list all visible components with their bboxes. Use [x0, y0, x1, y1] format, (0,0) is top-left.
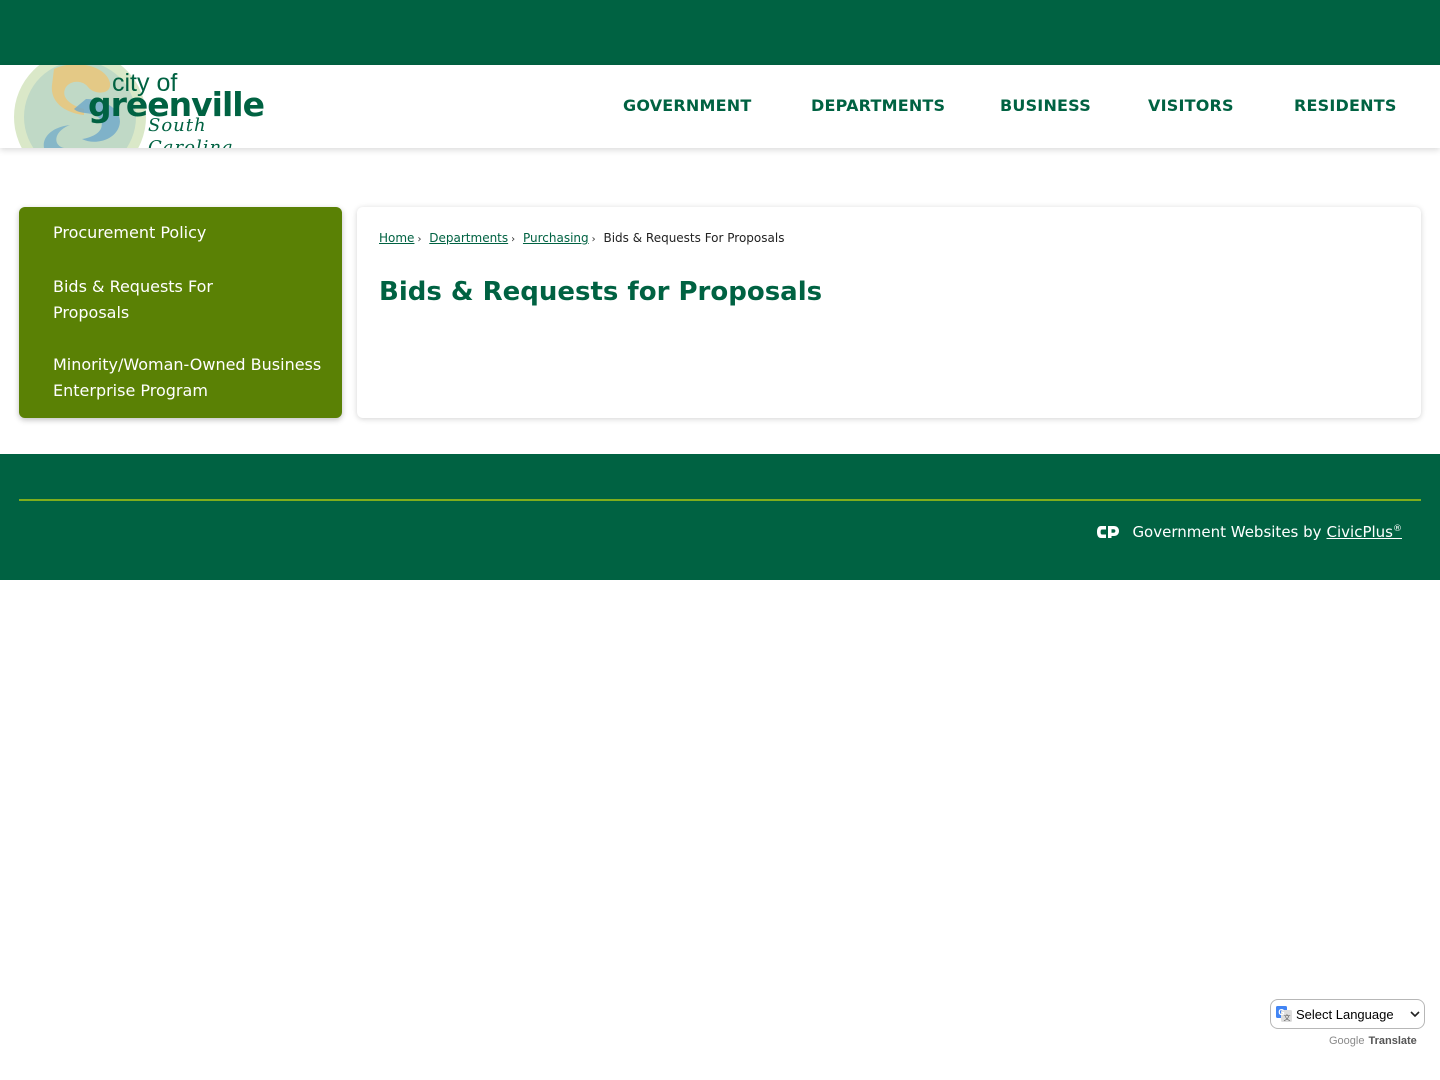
- sidebar-menu: Procurement Policy Bids & Requests For P…: [19, 207, 342, 418]
- sidebar-item-procurement-policy[interactable]: Procurement Policy: [53, 220, 323, 246]
- credit-prefix: Government Websites by: [1132, 523, 1322, 541]
- translate-link[interactable]: Translate: [1368, 1035, 1416, 1047]
- nav-item-visitors[interactable]: VISITORS: [1148, 95, 1234, 117]
- main-navigation: GOVERNMENT DEPARTMENTS BUSINESS VISITORS…: [0, 65, 1440, 148]
- breadcrumb: Home › Departments › Purchasing › Bids & Re…: [379, 230, 784, 248]
- language-select-label: Select Language: [1296, 1006, 1394, 1022]
- site-footer: Government Websites by CivicPlus®: [0, 454, 1440, 580]
- footer-divider: [19, 499, 1421, 501]
- breadcrumb-departments-link[interactable]: Departments: [429, 231, 508, 245]
- breadcrumb-separator: ›: [591, 234, 596, 245]
- powered-by-google-translate: Google Translate: [1329, 1034, 1417, 1048]
- breadcrumb-separator: ›: [511, 234, 516, 245]
- civicplus-credit: Government Websites by CivicPlus®: [1096, 521, 1402, 543]
- site-header: city of greenville South Carolina GOVERN…: [0, 65, 1440, 148]
- page-title: Bids & Requests for Proposals: [379, 277, 823, 307]
- chevron-down-icon: [1410, 1011, 1420, 1018]
- nav-item-departments[interactable]: DEPARTMENTS: [811, 95, 945, 117]
- nav-item-government[interactable]: GOVERNMENT: [623, 95, 751, 117]
- civicplus-link[interactable]: CivicPlus®: [1327, 523, 1402, 541]
- registered-mark: ®: [1393, 524, 1402, 534]
- nav-item-business[interactable]: BUSINESS: [1000, 95, 1091, 117]
- language-select[interactable]: G 文 Select Language: [1270, 999, 1425, 1029]
- google-translate-icon: G 文: [1276, 1006, 1292, 1022]
- breadcrumb-purchasing-link[interactable]: Purchasing: [523, 231, 589, 245]
- breadcrumb-current: Bids & Requests For Proposals: [603, 231, 785, 245]
- content-panel: Home › Departments › Purchasing › Bids & Re…: [357, 207, 1421, 418]
- breadcrumb-home-link[interactable]: Home: [379, 231, 414, 245]
- google-wordmark: Google: [1329, 1035, 1365, 1047]
- sidebar-item-bids-requests[interactable]: Bids & Requests For Proposals: [53, 274, 253, 326]
- breadcrumb-separator: ›: [417, 234, 422, 245]
- nav-item-residents[interactable]: RESIDENTS: [1294, 95, 1397, 117]
- civicplus-logo-icon: [1097, 526, 1120, 538]
- civicplus-link-text: CivicPlus: [1326, 523, 1393, 541]
- svg-text:文: 文: [1284, 1013, 1291, 1022]
- top-bar: [0, 0, 1440, 65]
- sidebar-item-mwbe-program[interactable]: Minority/Woman-Owned Business Enterprise…: [53, 352, 323, 404]
